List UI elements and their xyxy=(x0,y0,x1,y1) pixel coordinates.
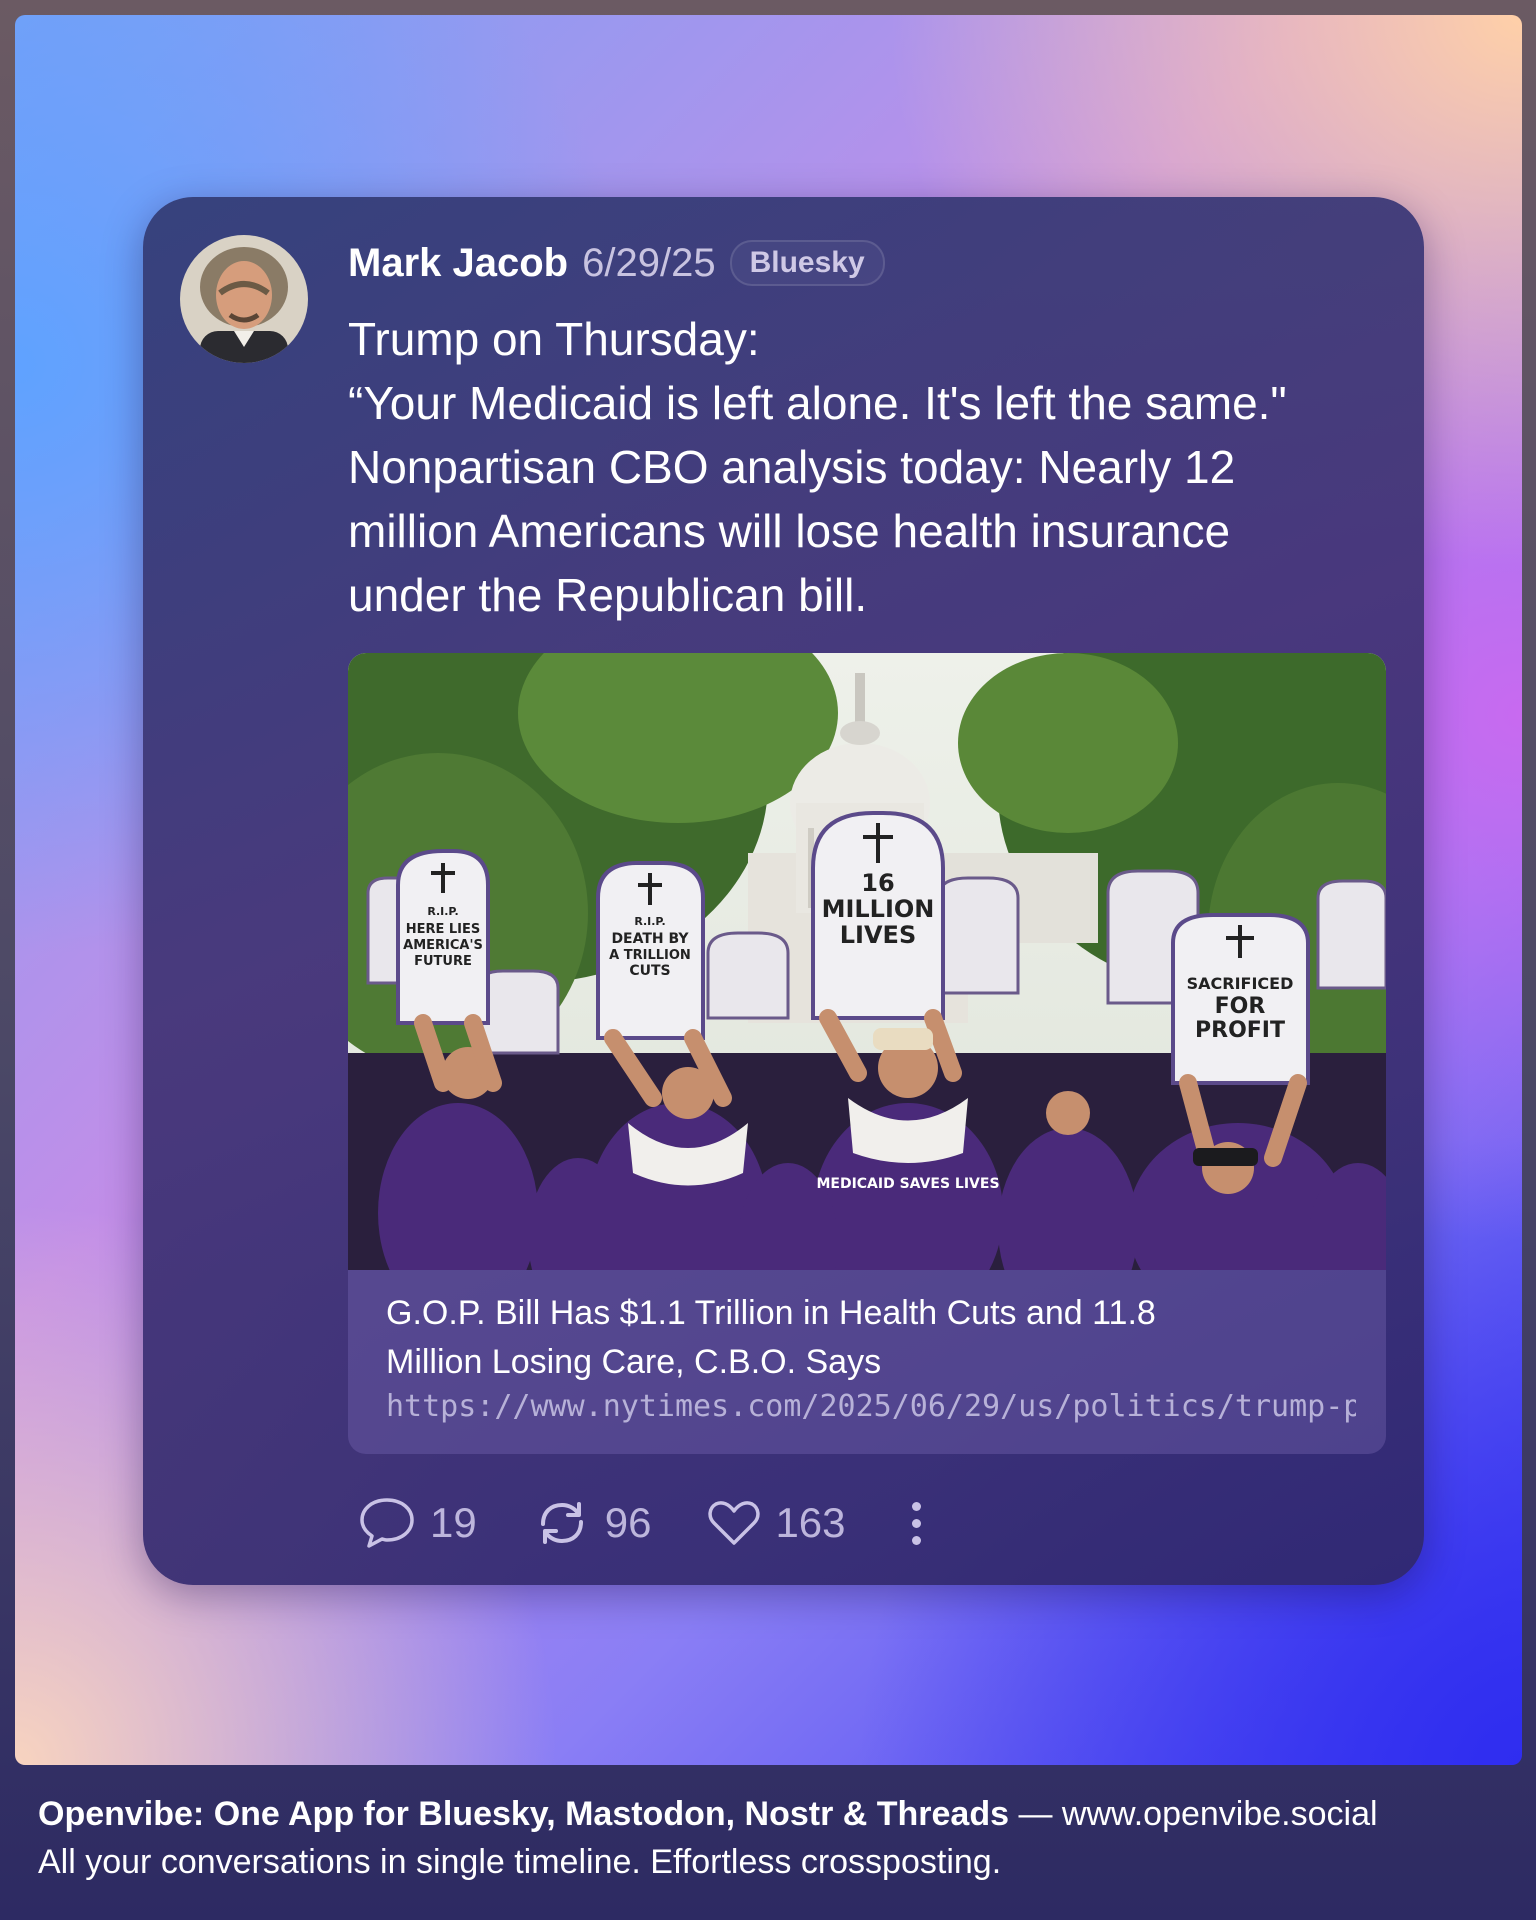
link-preview-url[interactable]: https://www.nytimes.com/2025/06/29/us/po… xyxy=(386,1389,1356,1424)
sign-text-future: FUTURE xyxy=(414,954,472,969)
avatar[interactable] xyxy=(180,235,308,363)
reply-count: 19 xyxy=(430,1499,477,1546)
sign-text-rip-2: R.I.P. xyxy=(634,915,665,928)
sign-text-lives: LIVES xyxy=(840,921,916,949)
post-card[interactable]: Mark Jacob 6/29/25 Bluesky Trump on Thur… xyxy=(143,197,1424,1585)
dot xyxy=(911,1518,921,1528)
link-preview-title[interactable]: G.O.P. Bill Has $1.1 Trillion in Health … xyxy=(386,1289,1356,1387)
footer: Openvibe: One App for Bluesky, Mastodon,… xyxy=(38,1790,1378,1886)
sign-text-million: MILLION xyxy=(822,895,935,923)
sign-text-rip: R.I.P. xyxy=(427,905,458,918)
link-preview-meta: G.O.P. Bill Has $1.1 Trillion in Health … xyxy=(386,1289,1356,1424)
sign-text-sacrificed: SACRIFICED xyxy=(1187,974,1294,993)
sign-text-death-by: DEATH BY xyxy=(611,931,689,947)
link-preview-card[interactable]: R.I.P. HERE LIES AMERICA'S FUTURE R.I.P.… xyxy=(348,653,1386,1454)
author-name[interactable]: Mark Jacob xyxy=(348,241,568,286)
link-title-line: Million Losing Care, C.B.O. Says xyxy=(386,1343,882,1381)
footer-separator: — xyxy=(1009,1795,1062,1833)
sign-text-16: 16 xyxy=(861,869,894,897)
post-text-line: Nonpartisan CBO analysis today: Nearly 1… xyxy=(348,441,1236,493)
like-count: 163 xyxy=(775,1499,846,1546)
sign-text-a-trillion: A TRILLION xyxy=(609,948,691,963)
footer-headline: Openvibe: One App for Bluesky, Mastodon,… xyxy=(38,1795,1010,1833)
sign-text-for: FOR xyxy=(1215,994,1266,1019)
repost-button[interactable]: 96 xyxy=(533,1496,652,1550)
reply-button[interactable]: 19 xyxy=(358,1496,477,1550)
heart-icon xyxy=(708,1501,761,1545)
shirt-text: MEDICAID SAVES LIVES xyxy=(816,1176,999,1192)
link-preview-image[interactable]: R.I.P. HERE LIES AMERICA'S FUTURE R.I.P.… xyxy=(348,653,1386,1270)
footer-url[interactable]: www.openvibe.social xyxy=(1062,1795,1378,1833)
post-text-line: Trump on Thursday: xyxy=(348,313,760,365)
sign-text-cuts: CUTS xyxy=(629,963,670,979)
link-title-line: G.O.P. Bill Has $1.1 Trillion in Health … xyxy=(386,1294,1156,1332)
sign-text-profit: PROFIT xyxy=(1195,1018,1285,1043)
post-header: Mark Jacob 6/29/25 Bluesky xyxy=(348,235,885,291)
dot xyxy=(911,1535,921,1545)
speech-bubble-icon xyxy=(360,1498,414,1548)
footer-tagline: All your conversations in single timelin… xyxy=(38,1843,1002,1881)
sign-text-americas: AMERICA'S xyxy=(403,938,483,953)
gradient-panel: Mark Jacob 6/29/25 Bluesky Trump on Thur… xyxy=(15,15,1522,1765)
repost-arrows-icon xyxy=(540,1502,583,1544)
post-text-line: under the Republican bill. xyxy=(348,569,868,621)
post-text: Trump on Thursday: “Your Medicaid is lef… xyxy=(348,307,1388,627)
post-date[interactable]: 6/29/25 xyxy=(582,241,715,286)
post-actions: 19 96 163 xyxy=(358,1493,921,1553)
post-text-line: million Americans will lose health insur… xyxy=(348,505,1231,557)
screenshot-frame: Mark Jacob 6/29/25 Bluesky Trump on Thur… xyxy=(0,0,1536,1920)
vertical-dots-icon[interactable] xyxy=(911,1501,921,1545)
sign-text-here-lies: HERE LIES xyxy=(406,922,481,937)
repost-count: 96 xyxy=(604,1499,652,1546)
footer-line-1: Openvibe: One App for Bluesky, Mastodon,… xyxy=(38,1790,1378,1838)
network-badge: Bluesky xyxy=(729,240,885,286)
post-text-line: “Your Medicaid is left alone. It's left … xyxy=(348,377,1287,429)
like-button[interactable]: 163 xyxy=(707,1498,846,1548)
dot xyxy=(911,1501,921,1511)
